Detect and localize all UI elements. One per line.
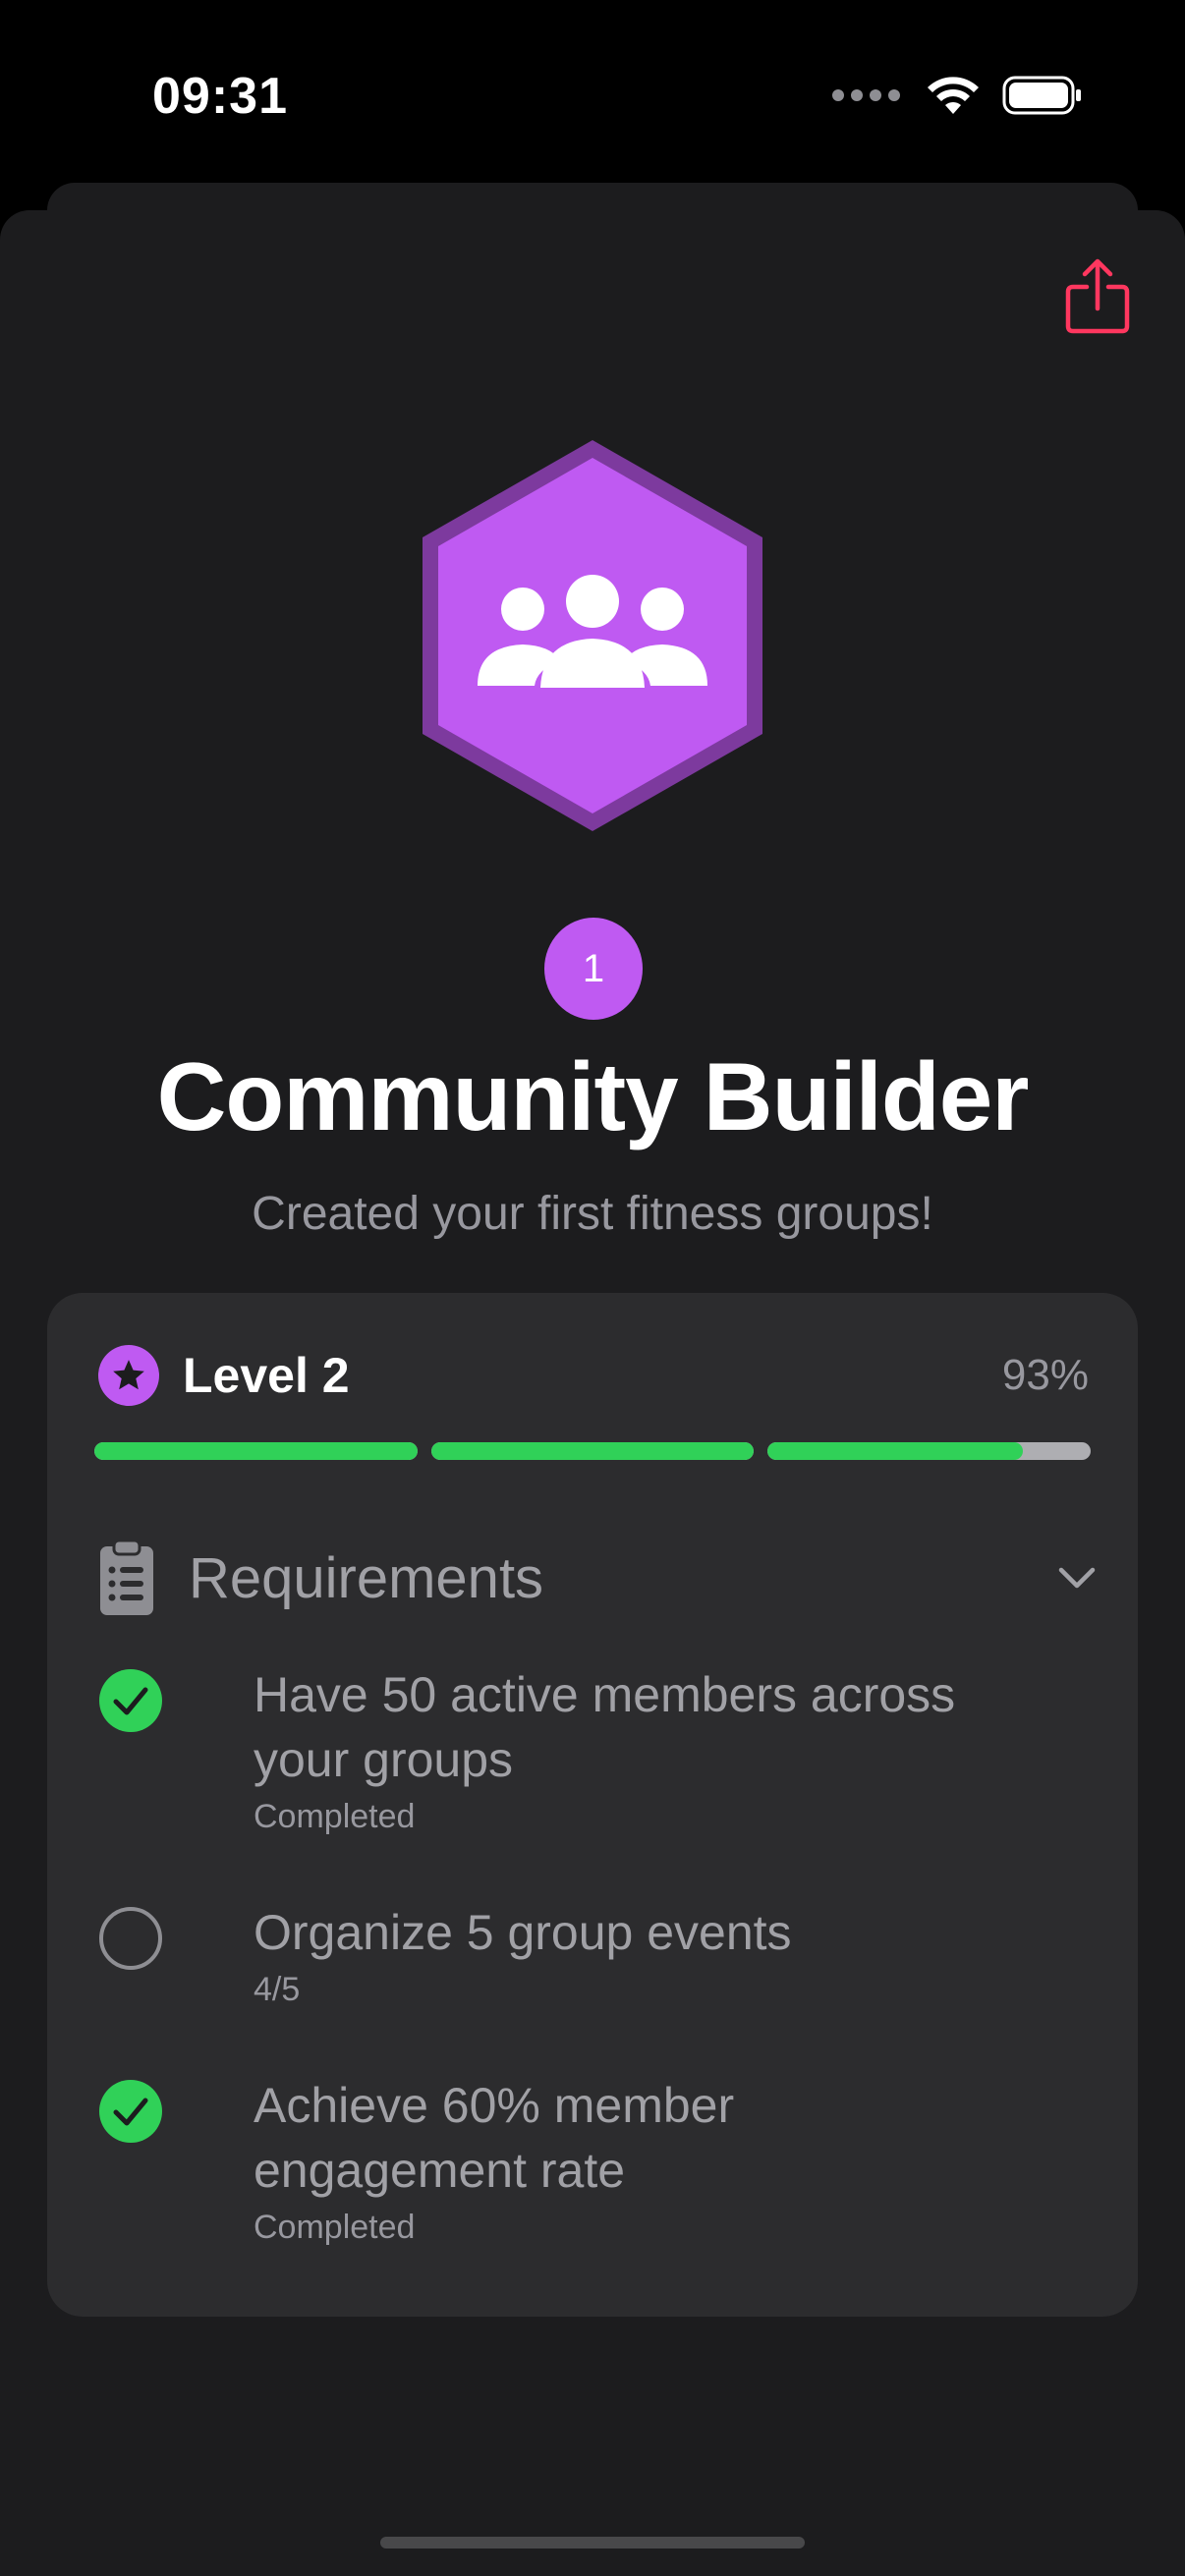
progress-segment-fill xyxy=(767,1442,1023,1460)
level-label: Level 2 xyxy=(183,1348,350,1403)
level-progress-bar xyxy=(94,1442,1092,1460)
clipboard-icon xyxy=(100,1539,153,1615)
checkmark-circle-icon xyxy=(99,2080,162,2143)
requirements-title: Requirements xyxy=(189,1545,544,1610)
progress-card: Level 2 93% Requirements Have 50 active xyxy=(47,1293,1138,2317)
requirement-item: Have 50 active members across your group… xyxy=(98,1662,1081,1859)
level-row: Level 2 93% xyxy=(98,1344,1089,1407)
requirement-text: Organize 5 group events xyxy=(254,1900,1059,1965)
achievement-count-badge: 1 xyxy=(544,918,643,1020)
requirement-item: Achieve 60% member engagement rate Compl… xyxy=(98,2073,1081,2269)
status-bar: 09:31 xyxy=(0,0,1185,187)
progress-segment xyxy=(94,1442,418,1460)
requirement-status: Completed xyxy=(254,2209,416,2246)
progress-segment-fill xyxy=(94,1442,418,1460)
requirement-text-line: your groups xyxy=(254,1732,514,1787)
battery-icon xyxy=(1002,76,1081,115)
achievement-title: Community Builder xyxy=(156,1042,1030,1150)
star-icon xyxy=(98,1345,159,1406)
wifi-icon xyxy=(928,77,979,114)
requirement-text-line: Organize 5 group events xyxy=(254,1905,792,1960)
checkmark-circle-icon xyxy=(99,1669,162,1732)
requirement-text-line: Achieve 60% member xyxy=(254,2078,735,2133)
requirement-status: Completed xyxy=(254,1798,416,1835)
cellular-signal-icon xyxy=(832,89,900,101)
requirement-text: Achieve 60% member engagement rate xyxy=(254,2073,1059,2203)
requirement-text-line: Have 50 active members across xyxy=(254,1667,956,1722)
requirement-text-line: engagement rate xyxy=(254,2143,626,2198)
share-icon xyxy=(1065,258,1130,334)
achievement-subtitle: Created your first fitness groups! xyxy=(252,1188,933,1240)
level-percent: 93% xyxy=(1001,1351,1089,1399)
empty-circle-icon xyxy=(99,1907,162,1970)
requirement-status: 4/5 xyxy=(254,1971,301,2008)
requirement-text: Have 50 active members across your group… xyxy=(254,1662,1059,1792)
chevron-down-icon xyxy=(1058,1567,1096,1589)
progress-segment xyxy=(767,1442,1092,1460)
progress-segment xyxy=(430,1442,755,1460)
status-icons xyxy=(832,73,1083,118)
status-time: 09:31 xyxy=(152,68,288,125)
share-button[interactable] xyxy=(1063,257,1132,336)
home-indicator[interactable] xyxy=(380,2537,805,2548)
requirements-toggle[interactable]: Requirements xyxy=(98,1539,1099,1617)
requirement-item: Organize 5 group events 4/5 xyxy=(98,1900,1081,2038)
progress-segment-fill xyxy=(430,1442,755,1460)
achievement-badge xyxy=(423,440,762,831)
